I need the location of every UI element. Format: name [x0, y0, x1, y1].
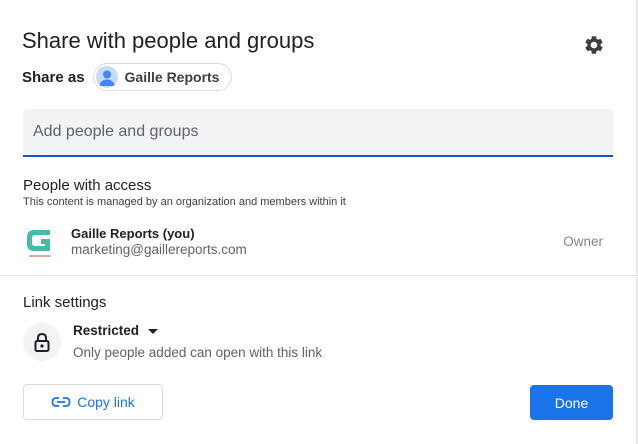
person-row: Gaille Reports (you) marketing@gaillerep… — [23, 222, 613, 262]
copy-link-button[interactable]: Copy link — [23, 384, 163, 420]
gear-icon — [585, 36, 603, 54]
person-email: marketing@gaillereports.com — [71, 242, 247, 257]
link-icon — [51, 397, 71, 407]
add-people-field[interactable] — [23, 109, 613, 157]
share-as-row: Share as Gaille Reports — [22, 63, 233, 91]
person-avatar-icon — [95, 66, 118, 88]
section-divider — [0, 275, 636, 276]
chevron-down-icon — [148, 329, 159, 334]
done-label: Done — [554, 394, 589, 411]
add-people-input[interactable] — [23, 109, 613, 155]
link-settings-row: Restricted Only people added can open wi… — [23, 320, 613, 364]
share-dialog: Share with people and groups Share as Ga… — [0, 0, 638, 444]
share-as-account-name: Gaille Reports — [124, 69, 220, 85]
lock-icon — [23, 323, 61, 361]
link-settings-heading: Link settings — [23, 294, 107, 311]
copy-link-label: Copy link — [77, 394, 135, 410]
share-as-account-chip[interactable]: Gaille Reports — [92, 63, 233, 91]
managed-note: This content is managed by an organizati… — [23, 196, 346, 208]
link-access-label: Restricted — [73, 323, 140, 338]
link-access-description: Only people added can open with this lin… — [73, 345, 323, 360]
share-as-label: Share as — [22, 68, 85, 86]
gaille-reports-logo-icon — [23, 222, 57, 262]
person-role: Owner — [563, 234, 603, 249]
settings-button[interactable] — [580, 31, 608, 59]
link-access-dropdown[interactable]: Restricted — [73, 323, 159, 338]
done-button[interactable]: Done — [530, 385, 613, 420]
dialog-title: Share with people and groups — [22, 28, 315, 53]
people-with-access-heading: People with access — [23, 177, 152, 194]
person-name: Gaille Reports (you) — [71, 226, 195, 241]
